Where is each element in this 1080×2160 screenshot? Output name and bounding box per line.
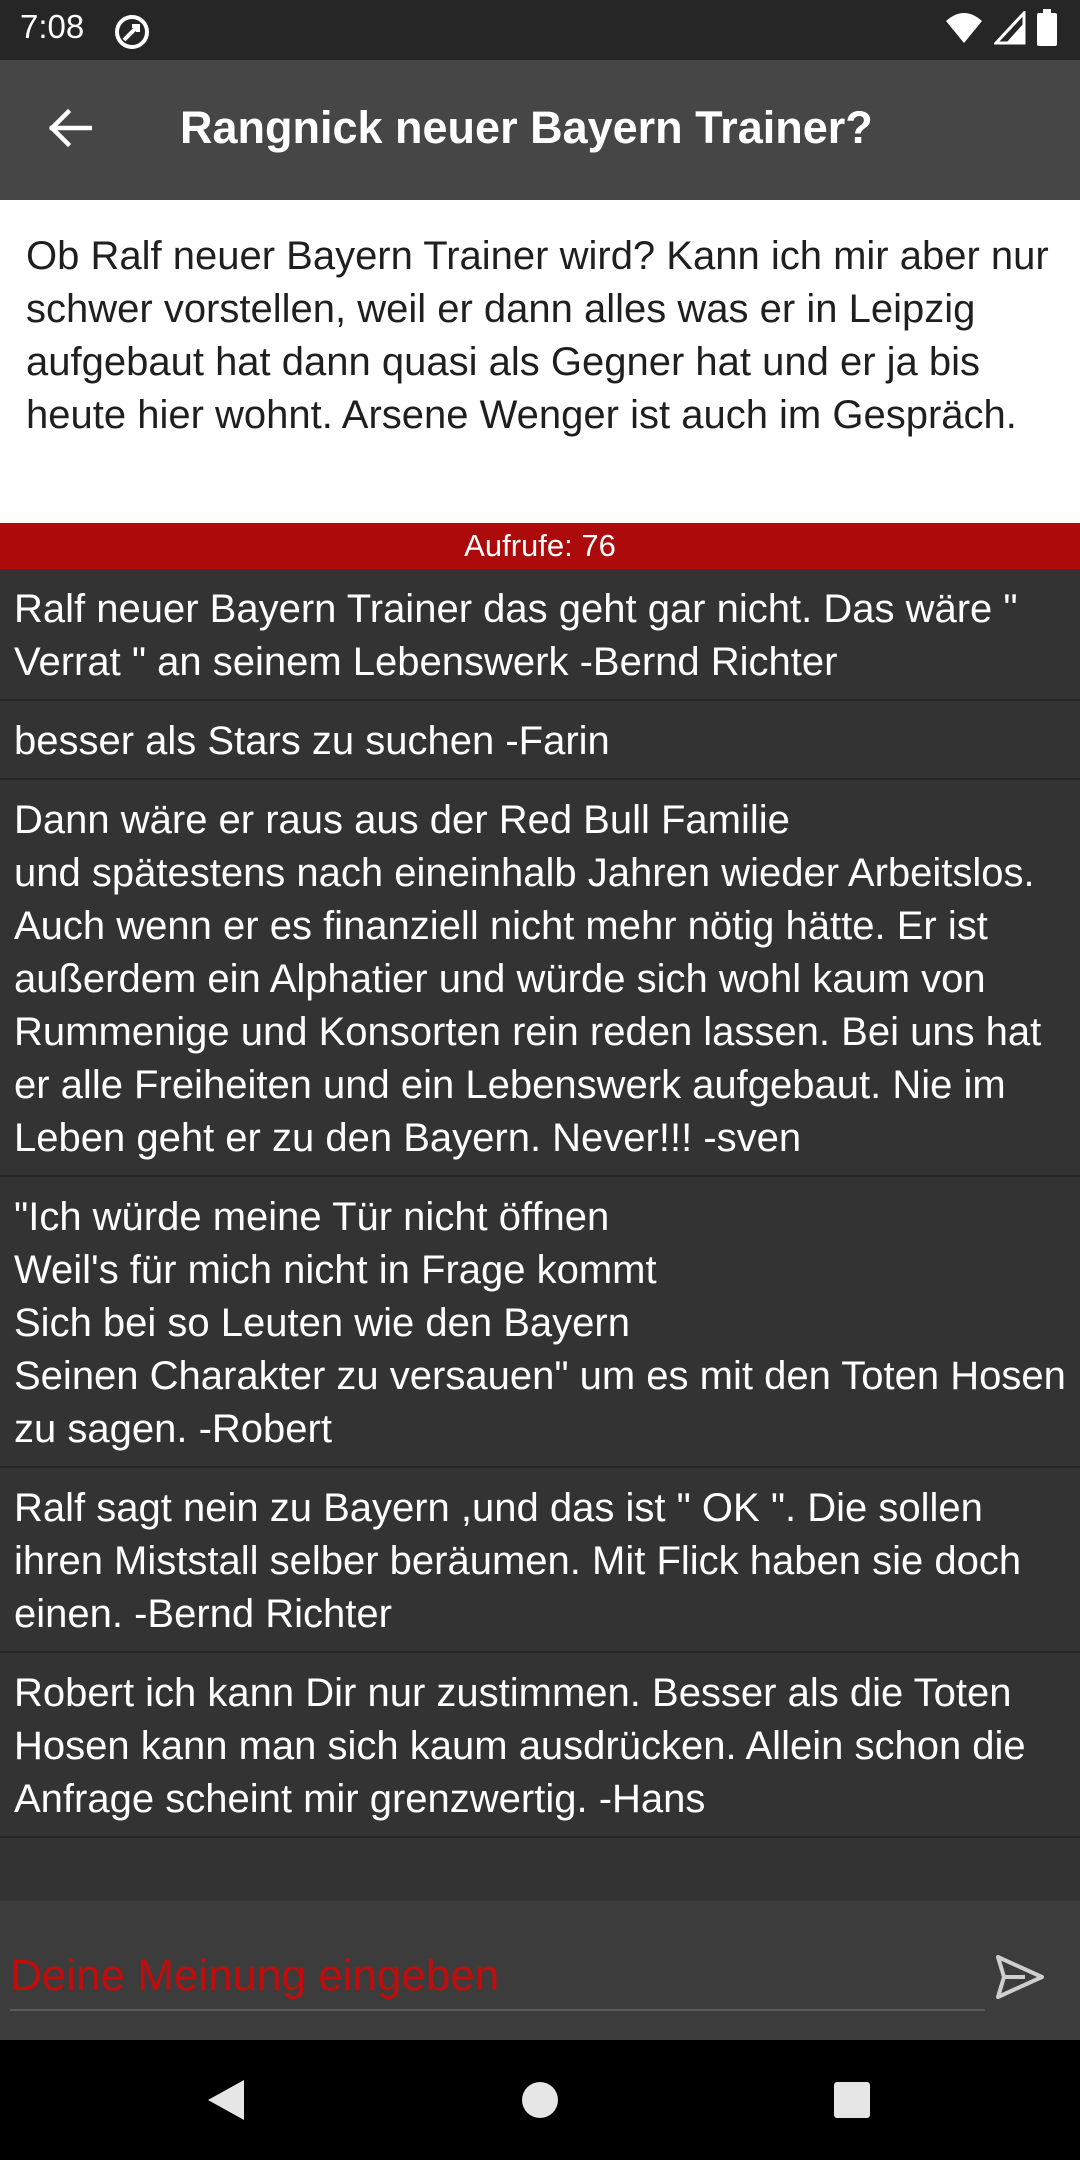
- nav-back-button[interactable]: [198, 2074, 254, 2130]
- back-triangle-icon: [206, 2078, 246, 2127]
- status-time: 7:08: [20, 8, 85, 45]
- comment-item: Dann wäre er raus aus der Red Bull Famil…: [0, 780, 1080, 1177]
- recents-square-icon: [832, 2080, 872, 2125]
- comment-item: Ralf sagt nein zu Bayern ,und das ist " …: [0, 1468, 1080, 1653]
- views-counter: Aufrufe: 76: [0, 523, 1080, 569]
- nav-home-button[interactable]: [512, 2074, 568, 2130]
- send-button[interactable]: [990, 1949, 1050, 2009]
- signal-icon: [992, 8, 1026, 50]
- status-icons: [944, 8, 1058, 52]
- post-text: Ob Ralf neuer Bayern Trainer wird? Kann …: [0, 200, 1080, 523]
- comment-item: Ralf neuer Bayern Trainer das geht gar n…: [0, 569, 1080, 701]
- battery-icon: [1036, 8, 1058, 52]
- app-bar: Rangnick neuer Bayern Trainer?: [0, 60, 1080, 200]
- page-title: Rangnick neuer Bayern Trainer?: [180, 102, 873, 153]
- comment-input[interactable]: [10, 1951, 985, 2011]
- wifi-icon: [944, 11, 984, 50]
- comment-item: Robert ich kann Dir nur zustimmen. Besse…: [0, 1653, 1080, 1838]
- status-bar: 7:08: [0, 0, 1080, 60]
- sync-icon: [112, 12, 152, 52]
- comment-composer: [0, 1901, 1080, 2040]
- comment-item: "Ich würde meine Tür nicht öffnen Weil's…: [0, 1177, 1080, 1468]
- back-button[interactable]: [36, 102, 104, 158]
- send-icon: [995, 1954, 1045, 2005]
- arrow-left-icon: [48, 108, 93, 153]
- home-circle-icon: [520, 2080, 560, 2125]
- system-nav-bar: [0, 2040, 1080, 2160]
- comment-item: besser als Stars zu suchen -Farin: [0, 701, 1080, 780]
- nav-recents-button[interactable]: [824, 2074, 880, 2130]
- comment-list[interactable]: Ralf neuer Bayern Trainer das geht gar n…: [0, 569, 1080, 1901]
